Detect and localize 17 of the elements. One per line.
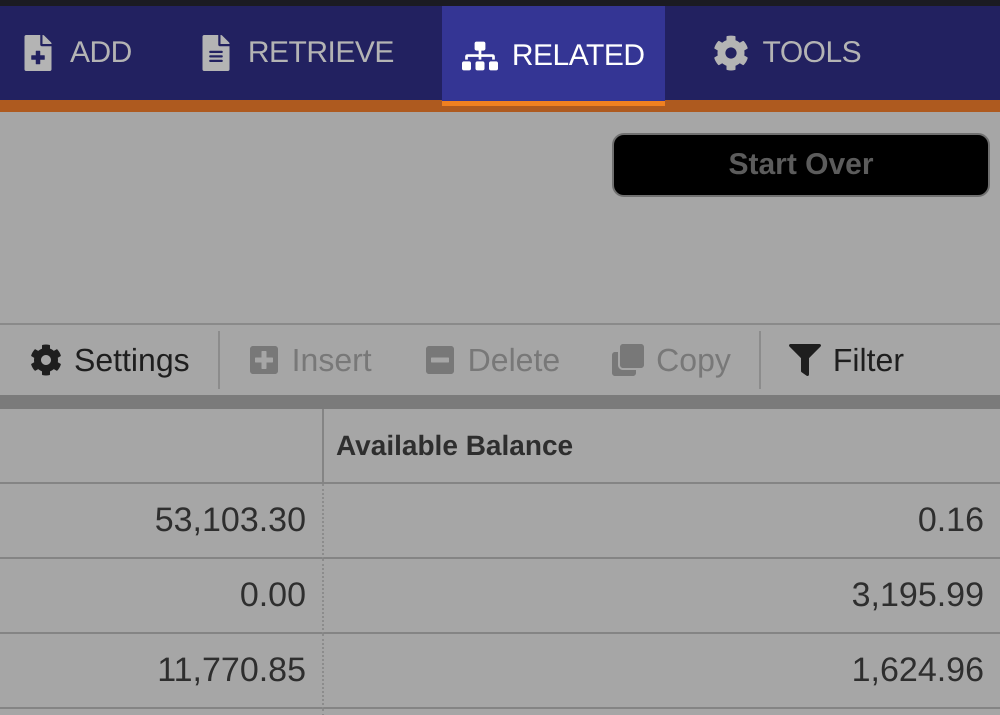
gear-icon	[712, 35, 749, 71]
nav-tab[interactable]: RETRIEVE	[178, 6, 414, 100]
table-cell: 1,624.96	[322, 634, 1000, 709]
copy-icon	[612, 344, 644, 376]
table-cell: 0.16	[322, 484, 1000, 559]
table-cell: 3,195.99	[322, 559, 1000, 634]
gear-icon	[30, 344, 62, 376]
nav-tab[interactable]: TOOLS	[692, 6, 882, 100]
table-cell: 53,103.30	[0, 484, 322, 559]
column-header: Available Balance	[322, 409, 1000, 484]
table-cell: 11,770.85	[0, 634, 322, 709]
nav-tab[interactable]: ADD	[0, 6, 152, 100]
table-cell: 0.00	[0, 559, 322, 634]
toolbar-button[interactable]: Filter	[788, 342, 904, 378]
filter-icon	[788, 344, 821, 376]
toolbar-button[interactable]: Settings	[30, 342, 190, 378]
nav-tab[interactable]: RELATED	[442, 6, 665, 106]
